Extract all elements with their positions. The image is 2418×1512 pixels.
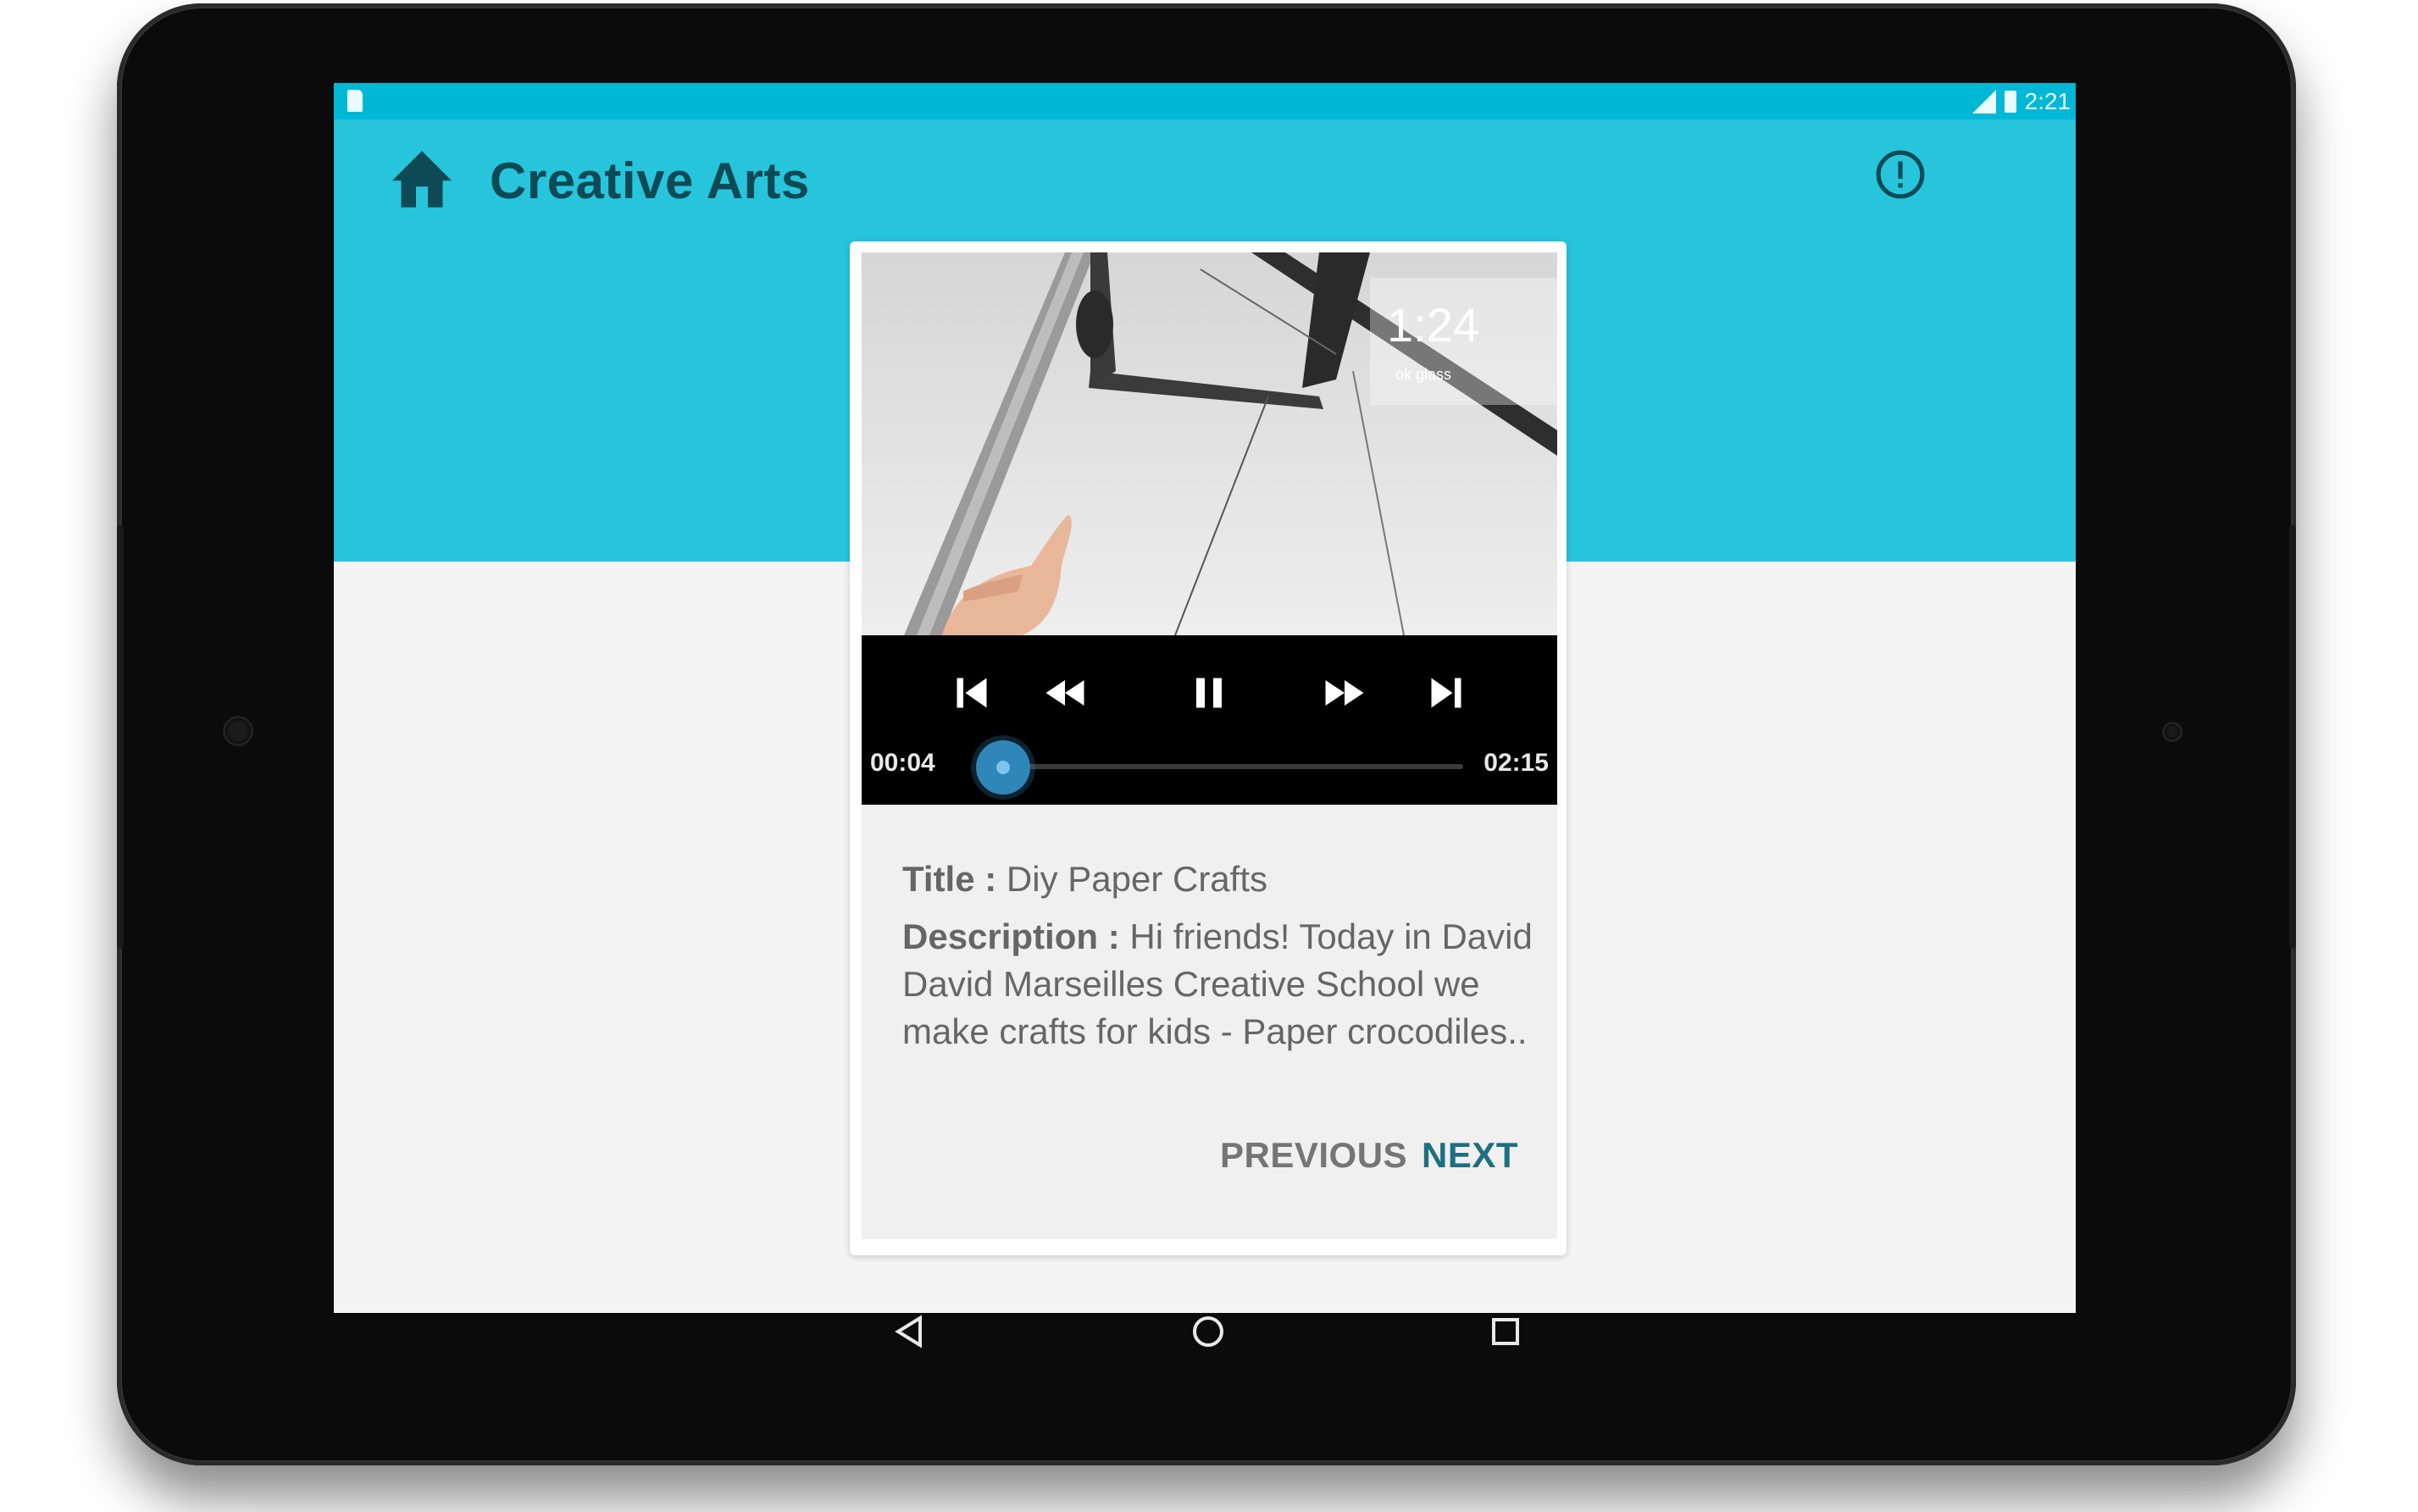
description-row: Description : Hi friends! Today in David… bbox=[902, 913, 1546, 1055]
skip-next-icon[interactable] bbox=[1421, 667, 1472, 718]
media-controls: 00:04 02:15 bbox=[862, 635, 1557, 805]
side-edge-right bbox=[2289, 525, 2296, 949]
signal-icon bbox=[1972, 89, 1996, 114]
title-row: Title : Diy Paper Crafts bbox=[902, 856, 1546, 903]
overlay-subtext: ok glass bbox=[1395, 366, 1451, 383]
seek-thumb[interactable] bbox=[975, 740, 1030, 795]
battery-icon bbox=[2004, 90, 2016, 113]
status-bar-right: 2:21 bbox=[1972, 83, 2077, 119]
video-frame: 1:24 ok glass bbox=[862, 252, 1557, 635]
seek-bar[interactable] bbox=[975, 740, 1463, 795]
fast-forward-icon[interactable] bbox=[1319, 667, 1370, 718]
app-title: Creative Arts bbox=[490, 152, 810, 209]
pause-icon[interactable] bbox=[1184, 667, 1234, 718]
current-time: 00:04 bbox=[870, 749, 935, 777]
title-label: Title : bbox=[902, 859, 997, 899]
home-icon[interactable] bbox=[386, 145, 458, 208]
video-player[interactable]: 1:24 ok glass bbox=[862, 252, 1557, 635]
rewind-icon[interactable] bbox=[1040, 667, 1090, 718]
next-button[interactable]: NEXT bbox=[1422, 1135, 1518, 1176]
sensor bbox=[2165, 724, 2180, 739]
status-bar: 2:21 bbox=[334, 83, 2076, 119]
skip-previous-icon[interactable] bbox=[946, 667, 997, 718]
overlay-time: 1:24 bbox=[1387, 298, 1479, 352]
video-details: Title : Diy Paper Crafts Description : H… bbox=[902, 856, 1546, 1066]
status-time: 2:21 bbox=[2024, 87, 2071, 114]
recents-icon[interactable] bbox=[1485, 1311, 1526, 1352]
side-edge-left bbox=[117, 525, 124, 949]
alert-circle-icon[interactable] bbox=[1874, 148, 1927, 201]
home-circle-icon[interactable] bbox=[1188, 1311, 1228, 1352]
back-icon[interactable] bbox=[890, 1311, 930, 1352]
previous-button[interactable]: PREVIOUS bbox=[1220, 1135, 1407, 1176]
description-label: Description : bbox=[902, 917, 1120, 956]
title-value: Diy Paper Crafts bbox=[1006, 859, 1267, 899]
total-time: 02:15 bbox=[1484, 749, 1549, 777]
sd-card-icon bbox=[347, 90, 363, 112]
front-camera bbox=[225, 718, 251, 744]
